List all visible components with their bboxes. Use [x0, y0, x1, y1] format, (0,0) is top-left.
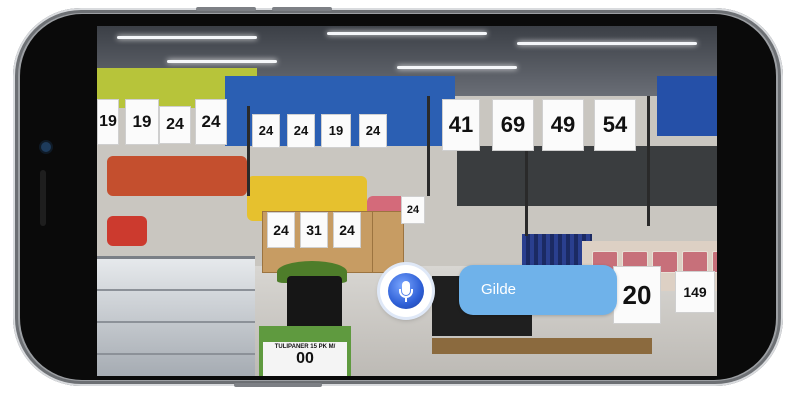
price-value: 24: [273, 222, 289, 238]
price-value: 49: [550, 112, 576, 137]
price-value: 69: [500, 112, 526, 137]
store-wall-blue-right: [657, 76, 717, 136]
price-sign: 24: [287, 114, 315, 148]
speech-bubble: Gilde: [459, 265, 617, 315]
front-camera-icon: [41, 142, 51, 152]
earpiece-speaker: [40, 170, 46, 226]
price-value: 20: [622, 280, 652, 310]
price-value: 19: [328, 123, 344, 138]
produce-display: [107, 216, 147, 246]
freezer-rail: [97, 321, 255, 323]
pallet: [432, 338, 542, 354]
camera-view: TULIPANER 15 PK M/ 00 19 19 24 24 24 24 …: [97, 26, 717, 376]
ceiling-light: [167, 60, 277, 63]
sign-pole: [427, 96, 430, 196]
price-sign: 19: [125, 99, 159, 145]
price-sign: 20: [613, 266, 661, 324]
price-sign: 24: [195, 99, 227, 145]
tulip-price-label: TULIPANER 15 PK M/ 00: [263, 342, 347, 376]
price-sign: 19: [321, 114, 351, 148]
produce-display: [107, 156, 247, 196]
freezer-rail: [97, 289, 255, 291]
price-sign: 24: [252, 114, 280, 148]
freezer-case: [97, 256, 255, 376]
sign-pole: [647, 96, 650, 226]
volume-button-2: [272, 7, 332, 11]
tulip-price: 00: [296, 350, 314, 367]
price-sign: 24: [401, 196, 425, 224]
speech-text: Gilde: [481, 281, 517, 298]
freezer-rail: [97, 353, 255, 355]
price-value: 19: [132, 112, 152, 131]
price-value: 31: [306, 222, 322, 238]
price-sign: 41: [442, 99, 480, 151]
volume-button: [196, 7, 256, 11]
price-value: 24: [406, 204, 420, 216]
price-value: 24: [166, 116, 184, 133]
price-sign: 24: [333, 212, 361, 248]
crate: [372, 211, 404, 273]
ceiling-light: [117, 36, 257, 39]
meat-package: [682, 251, 708, 273]
price-sign: 149: [675, 271, 715, 313]
price-sign: 49: [542, 99, 584, 151]
price-value: 24: [258, 123, 274, 138]
price-sign: 24: [359, 114, 387, 148]
price-sign: 31: [300, 212, 328, 248]
microphone-icon-stem: [405, 298, 407, 302]
price-value: 41: [448, 112, 474, 137]
price-sign: 24: [267, 212, 295, 248]
price-sign: 19: [97, 99, 119, 145]
sign-pole: [247, 106, 250, 196]
price-sign: 24: [159, 106, 191, 144]
price-value: 24: [339, 222, 355, 238]
price-value: 54: [602, 112, 628, 137]
back-shelf: [457, 146, 717, 206]
price-value: 24: [293, 123, 309, 138]
meat-package: [712, 251, 717, 273]
voice-mic-button[interactable]: [380, 265, 432, 317]
price-value: 24: [201, 112, 221, 131]
price-sign: 54: [594, 99, 636, 151]
price-value: 19: [99, 113, 117, 130]
price-sign: 69: [492, 99, 534, 151]
price-value: 149: [683, 284, 707, 300]
price-value: 24: [365, 123, 381, 138]
pallet: [542, 338, 652, 354]
ceiling-light: [517, 42, 697, 45]
ceiling-light: [397, 66, 517, 69]
ceiling-light: [327, 32, 487, 35]
power-button: [234, 383, 322, 387]
